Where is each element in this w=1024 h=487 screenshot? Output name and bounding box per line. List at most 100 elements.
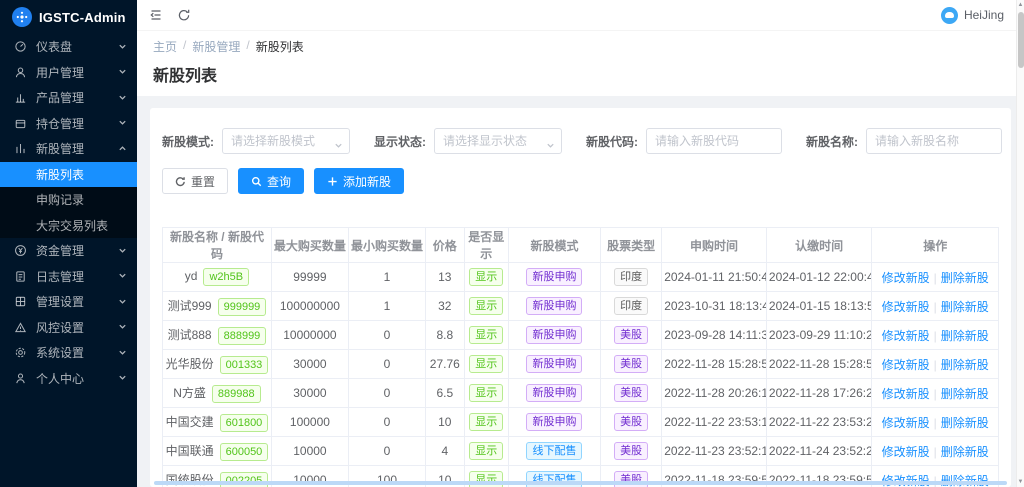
- action-divider: |: [934, 445, 937, 459]
- sidebar-item-new-stock[interactable]: 新股管理: [0, 136, 137, 162]
- chevron-down-icon: [118, 346, 127, 360]
- positions-icon: [14, 116, 28, 130]
- delete-stock-link[interactable]: 删除新股: [941, 271, 989, 285]
- delete-stock-link[interactable]: 删除新股: [941, 387, 989, 401]
- delete-stock-link[interactable]: 删除新股: [941, 300, 989, 314]
- cell-buy_time: 2024-01-11 21:50:43: [662, 263, 767, 292]
- page-title: 新股列表: [153, 62, 1008, 86]
- sidebar-item-label: 系统设置: [36, 344, 118, 361]
- sidebar-item-label: 持仓管理: [36, 115, 118, 132]
- sidebar-item-logs[interactable]: 日志管理: [0, 264, 137, 290]
- cell-max_buy: 30000: [271, 350, 348, 379]
- stock-name: 中国联通: [166, 444, 214, 458]
- system-settings-icon: [14, 346, 28, 360]
- edit-stock-link[interactable]: 修改新股: [882, 358, 930, 372]
- edit-stock-link[interactable]: 修改新股: [882, 329, 930, 343]
- sidebar-item-dashboard[interactable]: 仪表盘: [0, 34, 137, 60]
- table-row: N方盛8899883000006.5显示新股申购美股2022-11-28 20:…: [163, 379, 999, 408]
- breadcrumb-section: 主页 / 新股管理 / 新股列表 新股列表: [137, 30, 1024, 96]
- cell-pay_time: 2022-11-24 23:52:22: [766, 437, 872, 466]
- cell-display: 显示: [464, 408, 508, 437]
- stock-name-input[interactable]: [866, 128, 1002, 154]
- cell-max_buy: 30000: [271, 379, 348, 408]
- sidebar-subitem-label: 新股列表: [36, 166, 84, 183]
- mode-tag: 新股申购: [526, 297, 582, 315]
- display-status-select[interactable]: [434, 128, 562, 154]
- cell-mode: 新股申购: [508, 379, 600, 408]
- edit-stock-link[interactable]: 修改新股: [882, 416, 930, 430]
- cell-type: 美股: [601, 408, 662, 437]
- cell-price: 8.8: [426, 321, 465, 350]
- sidebar-item-funds[interactable]: 资金管理: [0, 238, 137, 264]
- cell-max_buy: 100000000: [271, 292, 348, 321]
- logo[interactable]: IGSTC-Admin: [0, 0, 137, 34]
- delete-stock-link[interactable]: 删除新股: [941, 416, 989, 430]
- filter-display-status: 显示状态:: [374, 128, 562, 154]
- breadcrumb-home[interactable]: 主页: [153, 38, 177, 55]
- search-button[interactable]: 查询: [238, 168, 304, 194]
- type-tag: 美股: [614, 442, 648, 460]
- table-row: ydw2h5B99999113显示新股申购印度2024-01-11 21:50:…: [163, 263, 999, 292]
- cell-min_buy: 0: [348, 321, 425, 350]
- cell-max_buy: 100000: [271, 408, 348, 437]
- sidebar-item-positions[interactable]: 持仓管理: [0, 111, 137, 137]
- table-header-row: 新股名称 / 新股代码最大购买数量最小购买数量价格是否显示新股模式股票类型申购时…: [163, 228, 999, 263]
- delete-stock-link[interactable]: 删除新股: [941, 445, 989, 459]
- sidebar-item-profile[interactable]: 个人中心: [0, 366, 137, 392]
- stock-name: 光华股份: [166, 357, 214, 371]
- collapse-menu-icon[interactable]: [149, 7, 165, 23]
- reset-button[interactable]: 重置: [162, 168, 228, 194]
- sidebar-item-products[interactable]: 产品管理: [0, 85, 137, 111]
- edit-stock-link[interactable]: 修改新股: [882, 445, 930, 459]
- vertical-scrollbar[interactable]: ▲ ▼: [1016, 0, 1024, 487]
- delete-stock-link[interactable]: 删除新股: [941, 358, 989, 372]
- sidebar-item-users[interactable]: 用户管理: [0, 60, 137, 86]
- column-header-mode: 新股模式: [508, 228, 600, 263]
- scroll-down-arrow-icon[interactable]: ▼: [1018, 477, 1024, 487]
- scrollbar-thumb[interactable]: [1018, 12, 1024, 68]
- edit-stock-link[interactable]: 修改新股: [882, 300, 930, 314]
- cell-display: 显示: [464, 292, 508, 321]
- add-stock-button[interactable]: 添加新股: [314, 168, 404, 194]
- horizontal-scrollbar[interactable]: [154, 481, 1007, 485]
- chevron-down-icon: [118, 65, 127, 79]
- mode-tag: 新股申购: [526, 355, 582, 373]
- sidebar-item-new-stock-list[interactable]: 新股列表: [0, 162, 137, 188]
- sidebar-item-subscription-records[interactable]: 申购记录: [0, 187, 137, 213]
- action-divider: |: [934, 271, 937, 285]
- sidebar-item-risk-settings[interactable]: 风控设置: [0, 315, 137, 341]
- sidebar-item-block-trade-list[interactable]: 大宗交易列表: [0, 213, 137, 239]
- stock-code-input[interactable]: [646, 128, 782, 154]
- edit-stock-link[interactable]: 修改新股: [882, 387, 930, 401]
- edit-stock-link[interactable]: 修改新股: [882, 271, 930, 285]
- filter-mode-label: 新股模式:: [162, 133, 214, 150]
- cell-display: 显示: [464, 437, 508, 466]
- scroll-up-arrow-icon[interactable]: ▲: [1018, 0, 1024, 10]
- cell-name: 测试888888999: [163, 321, 272, 350]
- stock-name: 测试999: [168, 299, 212, 313]
- action-divider: |: [934, 387, 937, 401]
- breadcrumb-new-stock-mgmt[interactable]: 新股管理: [192, 38, 240, 55]
- mode-select[interactable]: [222, 128, 350, 154]
- type-tag: 美股: [614, 384, 648, 402]
- cell-min_buy: 0: [348, 379, 425, 408]
- search-icon: [251, 176, 262, 187]
- breadcrumb: 主页 / 新股管理 / 新股列表: [153, 38, 1008, 55]
- cell-mode: 新股申购: [508, 350, 600, 379]
- type-tag: 美股: [614, 355, 648, 373]
- refresh-icon[interactable]: [177, 7, 193, 23]
- content-area: 新股模式: 显示状态: 新股代码:: [137, 96, 1024, 487]
- stock-code-tag: 600050: [220, 443, 269, 461]
- cell-name: 中国联通 600050: [163, 437, 272, 466]
- sidebar-item-label: 产品管理: [36, 89, 118, 106]
- cell-name: 测试999999999: [163, 292, 272, 321]
- stock-name: yd: [185, 269, 198, 283]
- sidebar-subitem-label: 大宗交易列表: [36, 217, 108, 234]
- delete-stock-link[interactable]: 删除新股: [941, 329, 989, 343]
- user-menu[interactable]: HeiJing: [941, 7, 1004, 24]
- chevron-down-icon: [118, 269, 127, 283]
- sidebar-item-system-settings[interactable]: 系统设置: [0, 340, 137, 366]
- sidebar-item-admin-settings[interactable]: 管理设置: [0, 289, 137, 315]
- risk-icon: [14, 320, 28, 334]
- logs-icon: [14, 269, 28, 283]
